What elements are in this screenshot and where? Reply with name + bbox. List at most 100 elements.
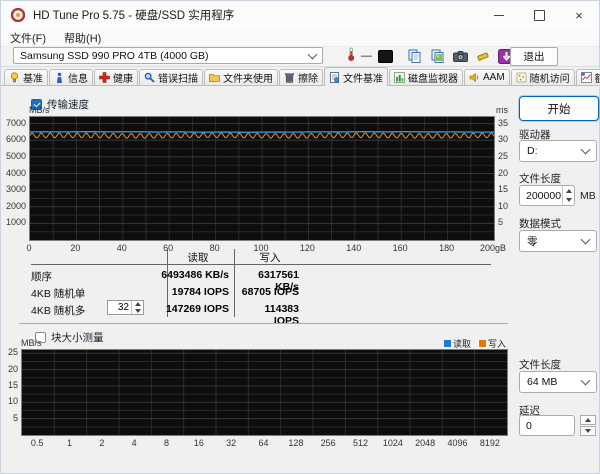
start-button[interactable]: 开始 bbox=[519, 96, 599, 121]
copy-image-icon[interactable] bbox=[428, 48, 446, 64]
menu-help[interactable]: 帮助(H) bbox=[55, 30, 110, 46]
upper-chart-y-unit: MB/s bbox=[29, 105, 50, 115]
tab-disk-monitor[interactable]: 磁盘监视器 bbox=[389, 69, 463, 85]
spin-up-icon[interactable] bbox=[563, 186, 574, 196]
lower-chart-y-unit: MB/s bbox=[21, 338, 42, 348]
tab-aam[interactable]: AAM bbox=[464, 69, 510, 85]
chevron-down-icon bbox=[580, 144, 591, 155]
tab-erase[interactable]: 擦除 bbox=[279, 69, 323, 85]
queue-depth-stepper[interactable]: 32 bbox=[107, 300, 144, 315]
4k-multi-read-value: 147269 IOPS bbox=[165, 303, 229, 315]
copy-text-icon[interactable] bbox=[405, 48, 423, 64]
tab-label: 信息 bbox=[68, 74, 88, 85]
toolbar-buttons bbox=[405, 47, 515, 65]
tab-folder-usage[interactable]: 文件夹使用 bbox=[204, 69, 278, 85]
write-swatch-icon bbox=[479, 340, 487, 347]
axis-tick: 3000 bbox=[5, 184, 26, 195]
upper-chart-y2-unit: ms bbox=[496, 105, 508, 115]
tab-label: 健康 bbox=[113, 74, 133, 85]
screenshot-camera-icon[interactable] bbox=[451, 48, 469, 64]
axis-tick: 5 bbox=[498, 217, 504, 228]
axis-tick: 15 bbox=[498, 184, 509, 195]
menu-bar: 文件(F) 帮助(H) bbox=[1, 29, 599, 47]
tab-info[interactable]: 信息 bbox=[49, 69, 93, 85]
axis-tick: 140 bbox=[346, 243, 362, 253]
file-length-unit: MB bbox=[580, 190, 596, 202]
file-length-value: 200000 bbox=[526, 189, 562, 202]
speaker-icon bbox=[469, 72, 480, 83]
tab-extra-tests[interactable]: 额外测试 bbox=[575, 69, 600, 85]
toolbar: Samsung SSD 990 PRO 4TB (4000 GB) — 退出 bbox=[1, 47, 599, 67]
drive-select[interactable]: D: bbox=[519, 140, 597, 162]
random-access-icon bbox=[516, 72, 527, 83]
axis-tick: 5 bbox=[12, 412, 18, 423]
queue-depth-arrows bbox=[131, 301, 143, 314]
tab-label: 随机访问 bbox=[529, 74, 570, 85]
axis-tick: 30 bbox=[498, 134, 509, 145]
axis-tick: 120 bbox=[299, 243, 315, 253]
start-button-label: 开始 bbox=[547, 103, 571, 116]
info-icon bbox=[54, 72, 65, 83]
maximize-icon[interactable] bbox=[519, 1, 559, 29]
axis-tick: 180 bbox=[439, 243, 455, 253]
block-size-checkbox[interactable]: 块大小测量 bbox=[35, 330, 104, 345]
spin-up-icon[interactable] bbox=[580, 415, 596, 425]
axis-tick: 5000 bbox=[5, 150, 26, 161]
folder-icon bbox=[209, 72, 220, 83]
4k-single-write-value: 68705 IOPS bbox=[241, 286, 299, 298]
transfer-speed-label: 传输速度 bbox=[47, 99, 89, 111]
axis-tick: 20 bbox=[498, 167, 509, 178]
axis-tick: 10 bbox=[498, 200, 509, 211]
axis-tick: 10 bbox=[7, 396, 18, 407]
exit-button[interactable]: 退出 bbox=[510, 47, 558, 66]
window-controls: × bbox=[479, 1, 599, 29]
tab-random-access[interactable]: 随机访问 bbox=[510, 69, 575, 85]
axis-tick: 20 bbox=[70, 243, 81, 253]
axis-tick: 0 bbox=[26, 243, 32, 253]
delay-input[interactable]: 0 bbox=[519, 415, 575, 436]
highlighter-pen-icon[interactable] bbox=[474, 48, 492, 64]
spin-down-icon[interactable] bbox=[580, 426, 596, 436]
block-size-chart bbox=[21, 349, 508, 436]
delay-value: 0 bbox=[526, 419, 532, 432]
axis-tick: 6000 bbox=[5, 134, 26, 145]
tab-health[interactable]: 健康 bbox=[94, 69, 138, 85]
spin-down-icon[interactable] bbox=[132, 308, 143, 315]
tab-label: AAM bbox=[483, 72, 505, 83]
benchmark-lamp-icon bbox=[9, 72, 20, 83]
axis-tick: 7000 bbox=[5, 117, 26, 128]
block-size-label: 块大小测量 bbox=[51, 332, 104, 344]
axis-tick: 4000 bbox=[5, 167, 26, 178]
menu-file[interactable]: 文件(F) bbox=[1, 30, 55, 46]
tab-file-benchmark[interactable]: 文件基准 bbox=[324, 67, 388, 86]
tab-label: 文件基准 bbox=[343, 73, 383, 85]
axis-tick: 1000 bbox=[5, 217, 26, 228]
axis-tick: 100 bbox=[253, 243, 269, 253]
tab-error-scan[interactable]: 错误扫描 bbox=[139, 69, 203, 85]
file-length2-value: 64 MB bbox=[527, 376, 558, 388]
spin-down-icon[interactable] bbox=[563, 196, 574, 206]
monitor-chart-icon bbox=[394, 72, 405, 83]
table-vertical-rule bbox=[234, 249, 235, 317]
axis-tick: 160 bbox=[392, 243, 408, 253]
file-length-arrows bbox=[562, 186, 574, 205]
tab-label: 磁盘监视器 bbox=[408, 74, 458, 85]
file-length2-label: 文件长度 bbox=[519, 359, 561, 371]
file-length2-select[interactable]: 64 MB bbox=[519, 371, 597, 393]
minimize-icon[interactable] bbox=[479, 1, 519, 29]
data-mode-select[interactable]: 零 bbox=[519, 230, 597, 252]
magnifier-icon bbox=[144, 72, 155, 83]
device-select[interactable]: Samsung SSD 990 PRO 4TB (4000 GB) bbox=[13, 47, 323, 64]
temperature-lcd bbox=[378, 49, 393, 63]
row-label-4k-single: 4KB 随机单 bbox=[31, 288, 86, 300]
file-length-stepper[interactable]: 200000 bbox=[519, 185, 575, 206]
row-label-sequential: 顺序 bbox=[31, 271, 52, 283]
axis-tick: 25 bbox=[7, 347, 18, 358]
chevron-down-icon bbox=[307, 49, 318, 59]
close-icon[interactable]: × bbox=[559, 1, 599, 29]
tab-label: 文件夹使用 bbox=[223, 74, 273, 85]
tab-benchmark[interactable]: 基准 bbox=[4, 69, 48, 85]
trash-icon bbox=[284, 72, 295, 83]
tab-label: 擦除 bbox=[298, 74, 318, 85]
temperature-value: — bbox=[361, 50, 372, 62]
